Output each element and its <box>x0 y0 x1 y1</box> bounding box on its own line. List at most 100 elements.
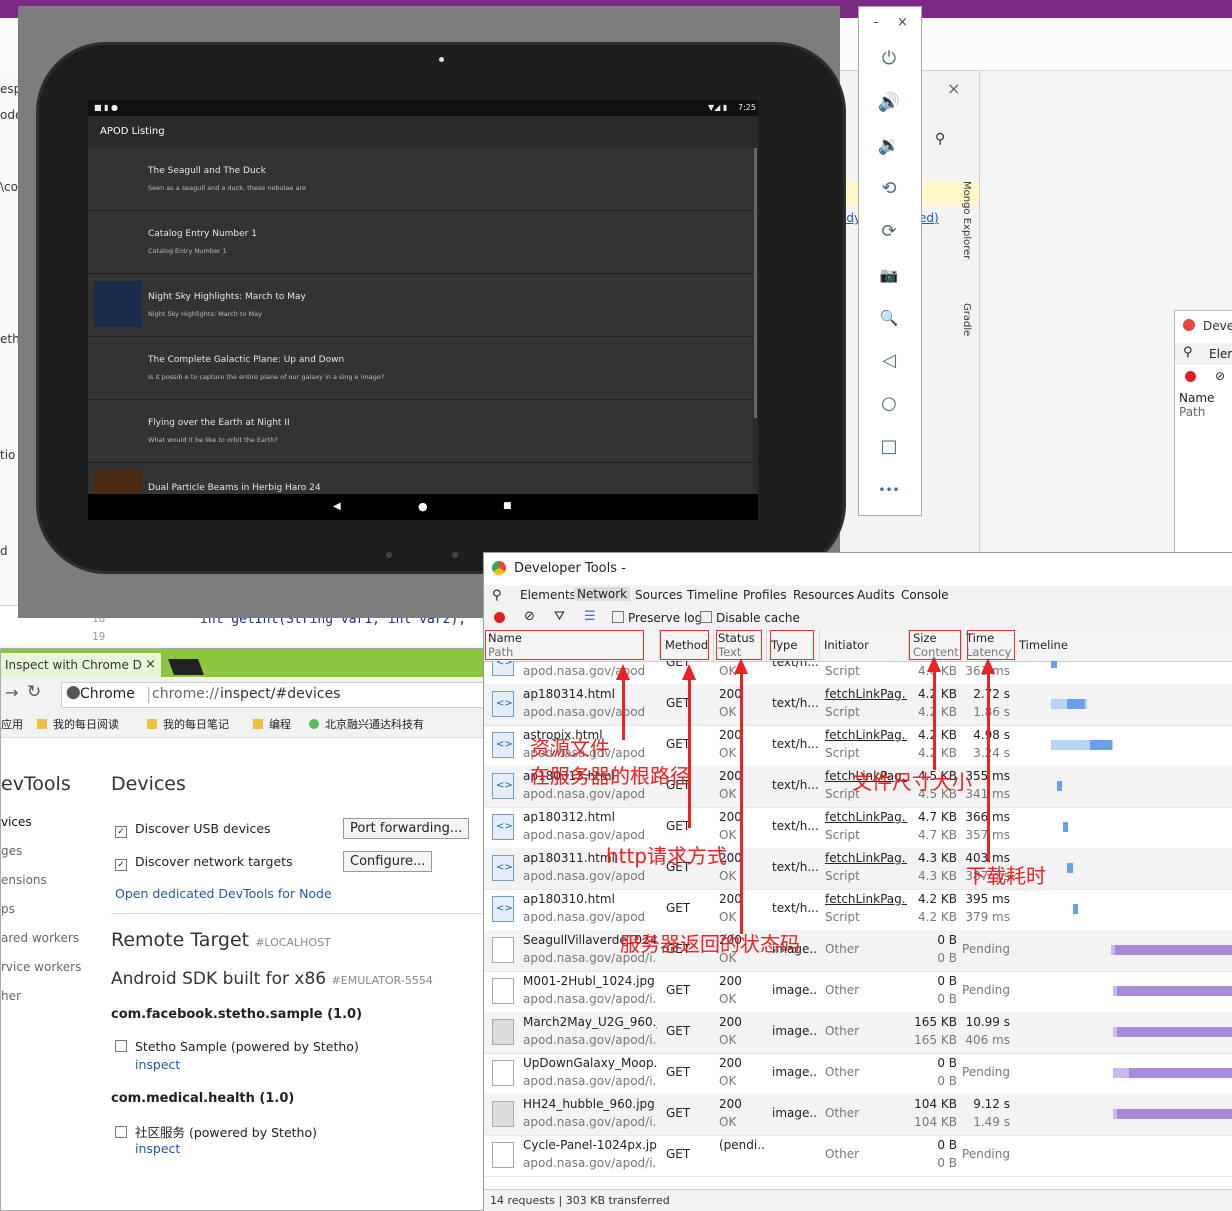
col-initiator[interactable]: Initiator <box>820 629 909 661</box>
port-forwarding-button[interactable]: Port forwarding... <box>343 818 470 839</box>
remote-target-heading: Remote Target #LOCALHOST <box>111 929 331 951</box>
tab-audits[interactable]: Audits <box>857 588 895 602</box>
filter-icon[interactable]: ⛛ <box>554 609 565 624</box>
nav-pages[interactable]: ges <box>1 844 22 858</box>
col-timeline[interactable]: Timeline <box>1015 629 1232 661</box>
table-row[interactable]: ap180314.htmlapod.nasa.gov/apodGET200OKt… <box>484 684 1232 726</box>
volume-up-icon[interactable]: 🔊 <box>877 91 901 115</box>
checkbox[interactable]: ✓ <box>115 859 127 871</box>
inspect-link[interactable]: inspect <box>135 1057 180 1072</box>
nav-other[interactable]: her <box>1 989 21 1003</box>
back-icon[interactable]: ◁ <box>877 349 901 373</box>
home-icon[interactable]: ○ <box>877 392 901 416</box>
row-path: apod.nasa.gov/apod <box>523 705 646 719</box>
table-row[interactable]: ap180311.htmlapod.nasa.gov/apodGET200OKt… <box>484 848 1232 890</box>
tab-sources[interactable]: Sources <box>635 588 682 602</box>
folder-icon <box>37 719 47 729</box>
record-icon[interactable] <box>494 612 505 623</box>
recents-icon[interactable]: ■ <box>503 501 512 511</box>
rotate-right-icon[interactable]: ⟳ <box>877 220 901 244</box>
bookmark-item[interactable]: 北京融兴通达科技有 <box>309 716 424 732</box>
side-tab-gradle[interactable]: Gradle <box>961 303 972 336</box>
minimize-icon[interactable]: – <box>873 15 879 29</box>
tab-network[interactable]: Network <box>574 587 631 601</box>
table-row[interactable]: UpDownGalaxy_Moop... apod.nasa.gov/apod/i… <box>484 1053 1232 1095</box>
checkbox[interactable] <box>612 611 624 623</box>
nav-apps[interactable]: ps <box>1 902 15 916</box>
back-arrow-icon[interactable]: → <box>5 683 18 702</box>
url-input[interactable]: ⬤ Chrome | chrome:// inspect/#devices <box>61 682 488 708</box>
bookmark-apps[interactable]: 应用 <box>1 716 23 732</box>
back-icon[interactable]: ◀ <box>333 501 341 512</box>
clear-icon[interactable]: ⊘ <box>524 609 535 624</box>
row-size: 165 KB <box>914 1015 957 1029</box>
browser-tab[interactable]: Inspect with Chrome D × <box>1 653 161 677</box>
row-initiator[interactable]: fetchLinkPag... <box>825 810 907 824</box>
clear-icon[interactable]: ⊘ <box>1215 369 1225 383</box>
tab-profiles[interactable]: Profiles <box>743 588 787 602</box>
side-tab-mongo-explorer[interactable]: Mongo Explorer <box>961 181 972 259</box>
home-icon[interactable]: ● <box>418 500 428 513</box>
bookmark-item[interactable]: 我的每日笔记 <box>147 716 229 732</box>
volume-down-icon[interactable]: 🔉 <box>877 134 901 158</box>
open-dedicated-devtools-link[interactable]: Open dedicated DevTools for Node <box>115 886 332 901</box>
dialog-close-icon[interactable]: × <box>947 79 960 98</box>
list-item[interactable]: Flying over the Earth at Night II What w… <box>88 400 753 463</box>
reload-icon[interactable]: ↻ <box>27 682 41 702</box>
list-item[interactable]: Catalog Entry Number 1 Catalog Entry Num… <box>88 211 753 274</box>
list-item[interactable]: Dual Particle Beams in Herbig Haro 24 <box>88 463 753 495</box>
row-initiator[interactable]: fetchLinkPag... <box>825 892 907 906</box>
table-row[interactable]: HH24_hubble_960.jpg apod.nasa.gov/apod/i.… <box>484 1094 1232 1136</box>
table-row[interactable]: Cycle-Panel-1024px.jpg apod.nasa.gov/apod… <box>484 1135 1232 1177</box>
camera-icon[interactable]: 📷 <box>877 263 901 287</box>
nav-devices[interactable]: vices <box>1 815 32 829</box>
overview-icon[interactable]: □ <box>877 435 901 459</box>
bookmark-item[interactable]: 编程 <box>253 716 291 732</box>
zoom-icon[interactable]: 🔍 <box>877 306 901 330</box>
discover-usb-checkbox[interactable]: ✓ Discover USB devices <box>115 821 271 838</box>
list-item[interactable]: The Complete Galactic Plane: Up and Down… <box>88 337 753 400</box>
table-row[interactable]: ap180315.htmlapod.nasa.gov/apodGET200OKt… <box>484 661 1232 685</box>
search-icon[interactable]: ⚲ <box>492 588 502 603</box>
nav-shared-workers[interactable]: ared workers <box>1 931 79 945</box>
power-icon[interactable]: ⏻ <box>877 47 901 71</box>
list-view-icon[interactable]: ☰ <box>584 609 596 624</box>
tab-elements[interactable]: Elements <box>520 588 576 602</box>
row-initiator[interactable]: fetchLinkPag... <box>825 687 907 701</box>
tab-elements[interactable]: Elem <box>1209 347 1232 361</box>
rotate-left-icon[interactable]: ⟲ <box>877 177 901 201</box>
more-icon[interactable]: ••• <box>877 478 901 502</box>
row-initiator: Other <box>825 983 860 997</box>
configure-button[interactable]: Configure... <box>343 851 433 872</box>
checkbox[interactable] <box>700 611 712 623</box>
preserve-log-checkbox[interactable]: Preserve log <box>612 611 702 625</box>
discover-network-checkbox[interactable]: ✓ Discover network targets <box>115 854 293 871</box>
nav-extensions[interactable]: ensions <box>1 873 47 887</box>
col-name: Name <box>1179 391 1215 405</box>
record-icon[interactable] <box>1185 371 1196 382</box>
disable-cache-checkbox[interactable]: Disable cache <box>700 611 800 625</box>
row-initiator[interactable]: fetchLinkPag... <box>825 728 907 742</box>
row-path: apod.nasa.gov/apod/i... <box>523 1033 657 1047</box>
table-row[interactable]: ap180312.htmlapod.nasa.gov/apodGET200OKt… <box>484 807 1232 849</box>
tab-timeline[interactable]: Timeline <box>687 588 738 602</box>
table-row[interactable]: ap180310.htmlapod.nasa.gov/apodGET200OKt… <box>484 889 1232 931</box>
table-row[interactable]: March2May_U2G_960.j... apod.nasa.gov/apod… <box>484 1012 1232 1054</box>
row-initiator[interactable]: fetchLinkPag... <box>825 851 907 865</box>
table-row[interactable]: M001-2Hubl_1024.jpg apod.nasa.gov/apod/i.… <box>484 971 1232 1013</box>
scrollbar[interactable] <box>754 148 757 418</box>
nav-service-workers[interactable]: rvice workers <box>1 960 81 974</box>
search-icon[interactable]: ⚲ <box>1183 345 1193 360</box>
bookmark-item[interactable]: 我的每日阅读 <box>37 716 119 732</box>
search-icon[interactable]: ⚲ <box>935 131 945 147</box>
new-tab-button[interactable] <box>168 659 204 675</box>
table-row[interactable]: SeagullVillaverde1024c...apod.nasa.gov/a… <box>484 930 1232 972</box>
close-icon[interactable]: × <box>897 15 908 30</box>
list-item[interactable]: Night Sky Highlights: March to May Night… <box>88 274 753 337</box>
tab-close-icon[interactable]: × <box>145 657 156 672</box>
tab-console[interactable]: Console <box>901 588 949 602</box>
checkbox[interactable]: ✓ <box>115 826 127 838</box>
list-item[interactable]: The Seagull and The Duck Seen as a seagu… <box>88 148 753 211</box>
inspect-link[interactable]: inspect <box>135 1141 180 1156</box>
tab-resources[interactable]: Resources <box>793 588 854 602</box>
